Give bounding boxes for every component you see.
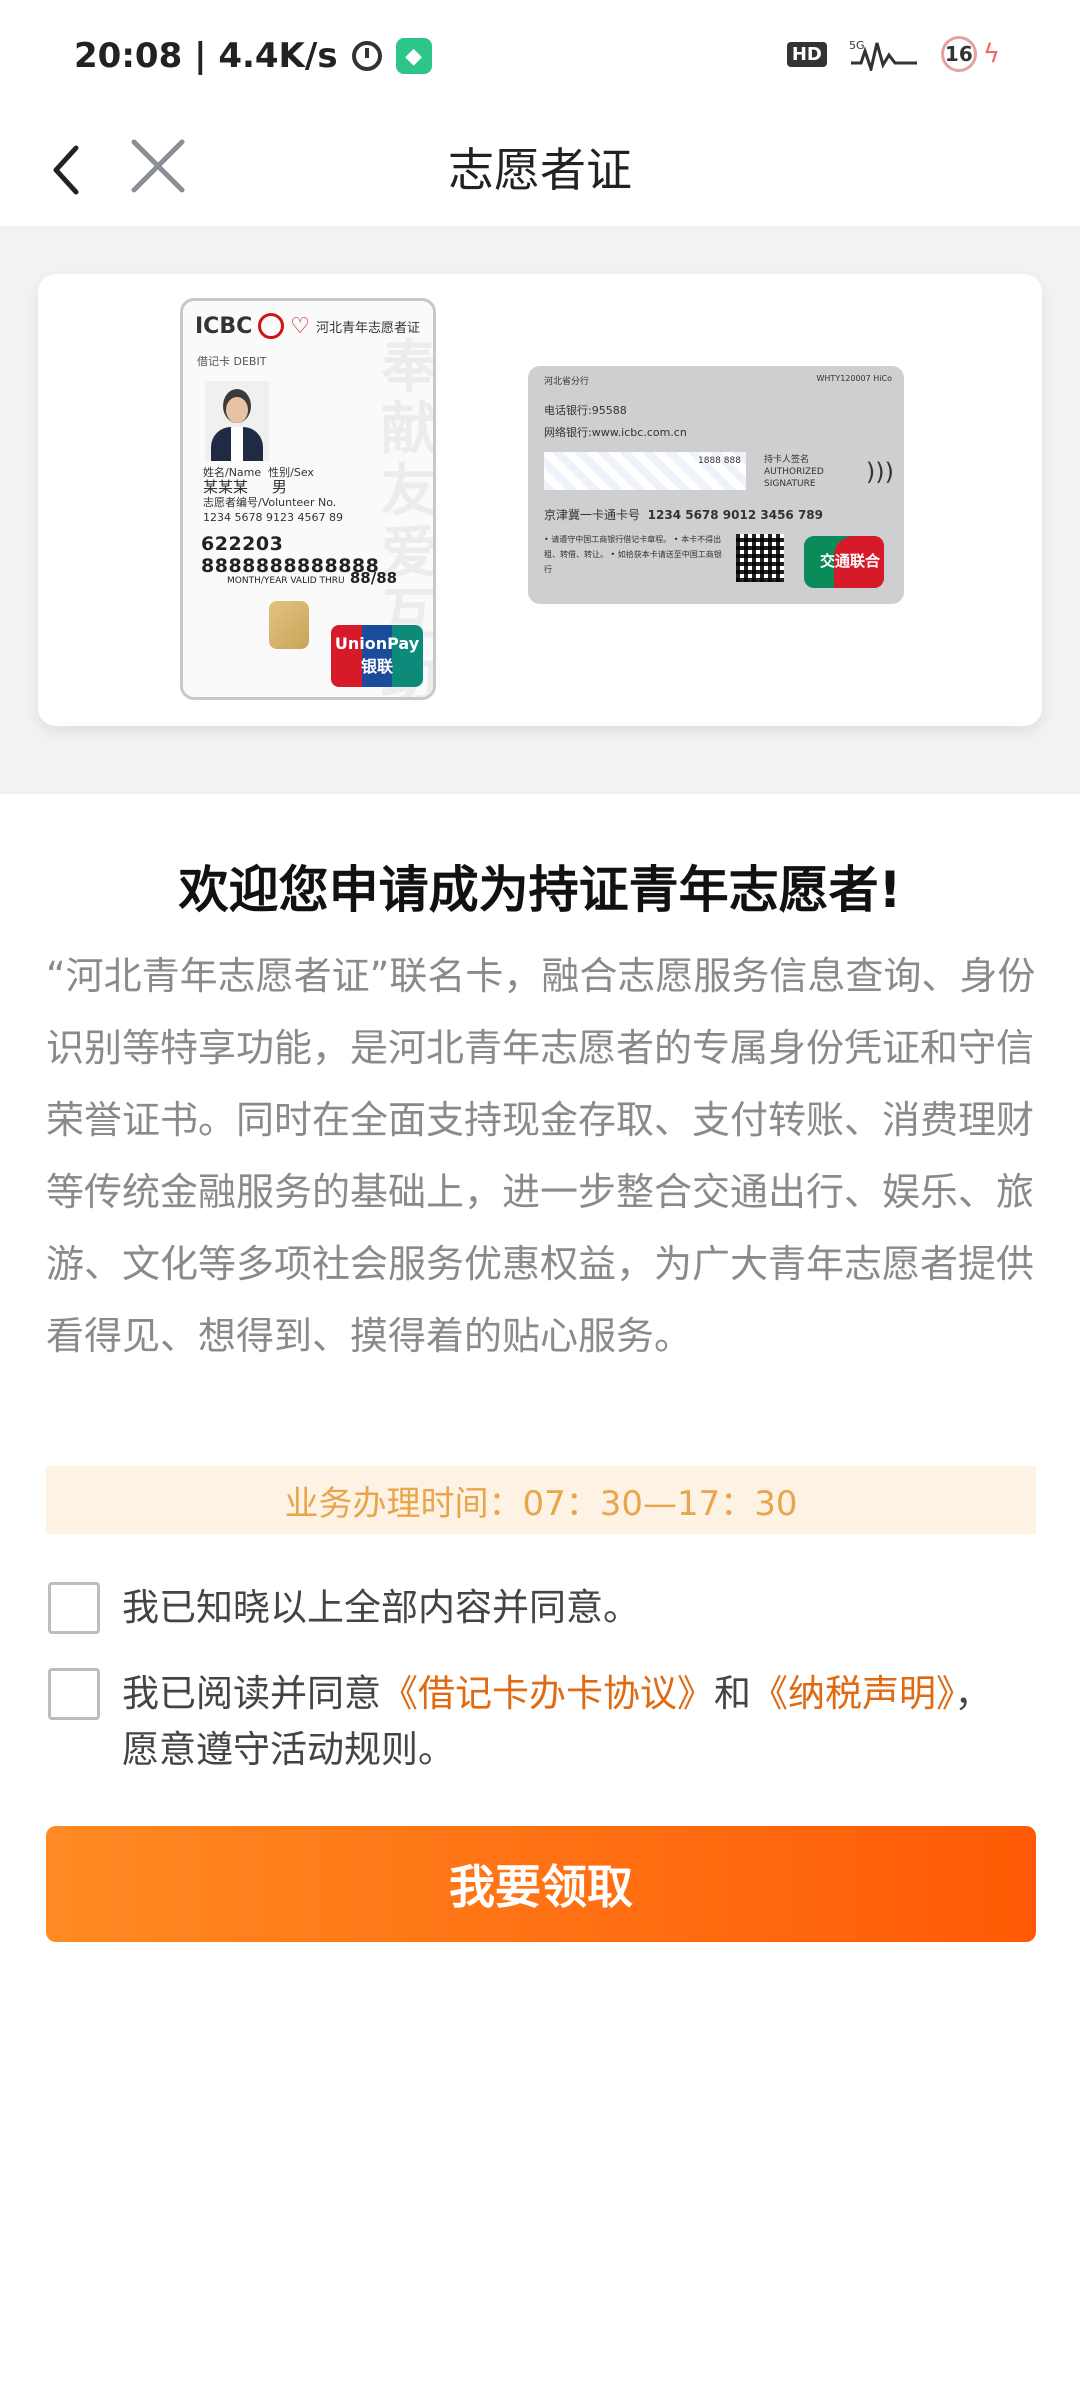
status-time: 20:08 | 4.4K/s xyxy=(74,36,338,76)
debit-card-agreement-link[interactable]: 《借记卡办卡协议》 xyxy=(381,1672,714,1715)
battery: 16 ϟ xyxy=(940,36,1000,72)
battery-icon: 16 xyxy=(940,36,977,72)
icbc-label: ICBC xyxy=(195,313,253,339)
unionpay-label: UnionPay 银联 xyxy=(334,634,420,676)
valid-date: 88/88 xyxy=(349,569,398,587)
nav-bar: 志愿者证 xyxy=(0,110,1080,226)
valid-label: MONTH/YEAR VALID THRU xyxy=(227,576,345,586)
qr-code-icon xyxy=(736,534,784,582)
signal-icon: 5G xyxy=(849,37,919,75)
card-image: 奉献友爱互助进步 ICBC ♡ 河北青年志愿者证 借记卡 DEBIT 姓名/Na… xyxy=(38,274,1042,726)
card-valid: MONTH/YEAR VALID THRU 88/88 xyxy=(227,569,397,587)
holder-sex: 男 xyxy=(271,478,287,496)
transit-card-no: 京津冀一卡通卡号 1234 5678 9012 3456 789 xyxy=(544,506,823,523)
card-code: WHTY120007 HiCo xyxy=(816,374,893,383)
volunteer-no: 1234 5678 9123 4567 89 xyxy=(203,511,343,524)
icbc-logo-icon xyxy=(258,313,285,339)
alarm-icon xyxy=(351,41,382,71)
card-banner: 奉献友爱互助进步 ICBC ♡ 河北青年志愿者证 借记卡 DEBIT 姓名/Na… xyxy=(0,226,1080,794)
heart-icon: ♡ xyxy=(290,313,310,339)
holder-info: 姓名/Name 性别/Sex 某某某 男 志愿者编号/Volunteer No.… xyxy=(203,465,343,525)
card-notes: • 请遵守中国工商银行借记卡章程。 • 本卡不得出租、转借、转让。 • 如拾获本… xyxy=(544,535,722,574)
strip-number: 1888 888 xyxy=(698,456,741,466)
agree2-prefix: 我已阅读并同意 xyxy=(122,1672,381,1715)
agree-row-2[interactable]: 我已阅读并同意《借记卡办卡协议》和《纳税声明》，愿意遵守活动规则。 xyxy=(48,1666,1022,1778)
headline: 欢迎您申请成为持证青年志愿者! xyxy=(178,861,902,919)
tax-declaration-link[interactable]: 《纳税声明》 xyxy=(751,1672,955,1715)
charging-icon: ϟ xyxy=(982,39,1000,69)
hd-badge: HD xyxy=(786,41,827,67)
network-label: 5G xyxy=(849,39,865,52)
volunteer-label: 志愿者编号/Volunteer No. xyxy=(203,496,337,509)
web-bank: 网络银行:www.icbc.com.cn xyxy=(544,426,687,439)
transit-number: 1234 5678 9012 3456 789 xyxy=(647,508,824,522)
signature-label: 持卡人签名 AUTHORIZED SIGNATURE xyxy=(764,455,824,489)
agree2-mid: 和 xyxy=(714,1672,751,1715)
holder-name: 某某某 xyxy=(203,478,249,496)
card-front: 奉献友爱互助进步 ICBC ♡ 河北青年志愿者证 借记卡 DEBIT 姓名/Na… xyxy=(180,298,436,700)
card-type: 借记卡 DEBIT xyxy=(197,355,267,368)
card-front-header: ICBC ♡ 河北青年志愿者证 xyxy=(195,313,420,339)
agree-text-2: 我已阅读并同意《借记卡办卡协议》和《纳税声明》，愿意遵守活动规则。 xyxy=(122,1666,1022,1778)
chip-icon xyxy=(269,601,309,649)
transit-label: 京津冀一卡通卡号 xyxy=(544,508,641,522)
agree-row-1[interactable]: 我已知晓以上全部内容并同意。 xyxy=(48,1580,1022,1636)
branch-label: 河北省分行 xyxy=(544,377,590,387)
status-right: HD 5G 16 ϟ xyxy=(786,36,1000,75)
status-bar: 20:08 | 4.4K/s ◆ HD 5G 16 ϟ xyxy=(0,0,1080,110)
holder-photo xyxy=(205,381,269,461)
agree-checkbox-2[interactable] xyxy=(48,1668,100,1720)
shield-icon: ◆ xyxy=(395,38,432,74)
status-left: 20:08 | 4.4K/s ◆ xyxy=(74,36,432,76)
page-title: 志愿者证 xyxy=(448,143,632,197)
phone-bank: 电话银行:95588 xyxy=(544,404,627,417)
card-front-title: 河北青年志愿者证 xyxy=(315,320,420,336)
business-hours: 业务办理时间：07：30—17：30 xyxy=(46,1466,1036,1534)
intro-text: “河北青年志愿者证”联名卡，融合志愿服务信息查询、身份识别等特享功能，是河北青年… xyxy=(46,954,1036,1358)
card-back: 河北省分行 WHTY120007 HiCo 电话银行:95588 网络银行:ww… xyxy=(528,366,904,604)
claim-button[interactable]: 我要领取 xyxy=(46,1826,1036,1942)
agree-text-1: 我已知晓以上全部内容并同意。 xyxy=(122,1586,640,1629)
transit-logo-label: 交通联合 xyxy=(819,552,880,570)
agree-checkbox-1[interactable] xyxy=(48,1582,100,1634)
contactless-icon: ))) xyxy=(865,458,894,486)
